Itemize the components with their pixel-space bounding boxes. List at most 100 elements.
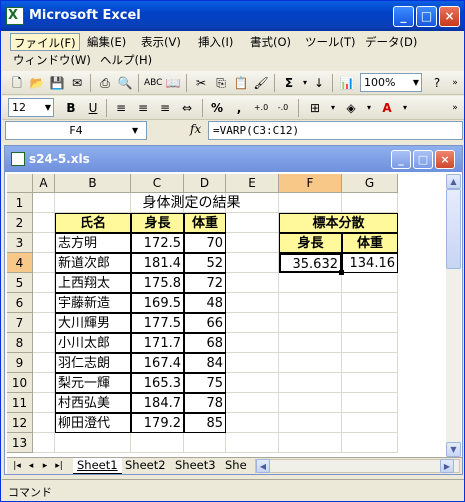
weight-cell[interactable]: 70 xyxy=(184,233,226,253)
summary-weight-value[interactable]: 134.16 xyxy=(342,253,398,273)
grid-cell[interactable] xyxy=(33,293,55,313)
grid-cell[interactable] xyxy=(226,313,279,333)
spreadsheet-grid[interactable]: A B C D E F G 1 2 3 4 5 6 7 8 9 10 11 12 13 身体測定の結果 氏名 身長 体重 志方明… xyxy=(7,174,445,457)
height-cell[interactable]: 169.5 xyxy=(131,293,184,313)
sort-ascending-icon[interactable]: ↓ xyxy=(310,74,328,92)
first-sheet-icon[interactable]: |◂ xyxy=(11,459,23,473)
grid-cell[interactable] xyxy=(33,193,55,213)
name-cell[interactable]: 村西弘美 xyxy=(55,393,131,413)
grid-cell[interactable] xyxy=(226,213,279,233)
close-icon[interactable]: × xyxy=(435,150,455,169)
fx-icon[interactable]: fx xyxy=(190,122,201,136)
toolbar-options-icon[interactable]: » xyxy=(446,74,464,92)
grid-cell[interactable] xyxy=(33,373,55,393)
grid-cell[interactable] xyxy=(342,313,398,333)
fill-color-dropdown-icon[interactable]: ▾ xyxy=(360,99,378,117)
height-cell[interactable]: 171.7 xyxy=(131,333,184,353)
copy-icon[interactable]: ⎘ xyxy=(212,74,230,92)
name-cell[interactable]: 宇藤新造 xyxy=(55,293,131,313)
name-cell[interactable]: 梨元一輝 xyxy=(55,373,131,393)
grid-cell[interactable] xyxy=(33,413,55,433)
grid-cell[interactable] xyxy=(33,313,55,333)
summary-weight-label[interactable]: 体重 xyxy=(342,233,398,253)
grid-cell[interactable] xyxy=(226,233,279,253)
name-box[interactable]: F4 ▼ xyxy=(5,121,147,140)
table-header-weight[interactable]: 体重 xyxy=(184,213,226,233)
column-header-a[interactable]: A xyxy=(33,174,55,193)
bold-button[interactable]: B xyxy=(62,99,80,117)
align-center-icon[interactable]: ≡ xyxy=(134,99,152,117)
last-sheet-icon[interactable]: ▸| xyxy=(53,459,65,473)
restore-icon[interactable]: □ xyxy=(413,150,433,169)
height-cell[interactable]: 167.4 xyxy=(131,353,184,373)
grid-cell[interactable] xyxy=(226,373,279,393)
name-cell[interactable]: 大川輝男 xyxy=(55,313,131,333)
weight-cell[interactable]: 52 xyxy=(184,253,226,273)
grid-cell[interactable] xyxy=(33,213,55,233)
zoom-select[interactable]: 100% ▼ xyxy=(360,73,422,92)
grid-cell[interactable] xyxy=(226,273,279,293)
maximize-icon[interactable]: □ xyxy=(416,6,437,27)
chart-wizard-icon[interactable]: 📊 xyxy=(338,74,356,92)
name-cell[interactable]: 上西翔太 xyxy=(55,273,131,293)
row-header-5[interactable]: 5 xyxy=(7,273,33,293)
scroll-thumb[interactable] xyxy=(446,189,461,269)
menu-window[interactable]: ウィンドウ(W) xyxy=(10,51,94,69)
menu-view[interactable]: 表示(V) xyxy=(138,33,184,51)
grid-cell[interactable] xyxy=(226,293,279,313)
borders-dropdown-icon[interactable]: ▾ xyxy=(324,99,342,117)
paste-icon[interactable]: 📋 xyxy=(232,74,250,92)
grid-cell[interactable] xyxy=(184,433,226,453)
row-header-11[interactable]: 11 xyxy=(7,393,33,413)
menu-tools[interactable]: ツール(T) xyxy=(302,33,359,51)
column-header-f[interactable]: F xyxy=(279,174,342,193)
underline-button[interactable]: U xyxy=(84,99,102,117)
percent-button[interactable]: % xyxy=(208,99,226,117)
increase-decimal-icon[interactable]: +.0 xyxy=(252,99,270,117)
print-preview-icon[interactable]: 🔍 xyxy=(116,74,134,92)
column-header-e[interactable]: E xyxy=(226,174,279,193)
height-cell[interactable]: 177.5 xyxy=(131,313,184,333)
grid-cell[interactable] xyxy=(342,353,398,373)
weight-cell[interactable]: 75 xyxy=(184,373,226,393)
help-icon[interactable]: ? xyxy=(428,74,446,92)
row-header-4[interactable]: 4 xyxy=(7,253,33,273)
save-icon[interactable]: 💾 xyxy=(48,74,66,92)
column-header-g[interactable]: G xyxy=(342,174,398,193)
grid-cell[interactable] xyxy=(55,433,131,453)
scroll-down-icon[interactable]: ▼ xyxy=(446,442,461,457)
spelling-icon[interactable]: ABC xyxy=(144,74,162,92)
row-header-10[interactable]: 10 xyxy=(7,373,33,393)
summary-title[interactable]: 標本分散 xyxy=(279,213,398,233)
grid-cell[interactable] xyxy=(279,293,342,313)
grid-cell[interactable] xyxy=(33,353,55,373)
name-cell[interactable]: 小川太郎 xyxy=(55,333,131,353)
fill-handle[interactable] xyxy=(339,270,344,275)
grid-cell[interactable] xyxy=(33,273,55,293)
grid-cell[interactable] xyxy=(279,353,342,373)
formula-input[interactable]: =VARP(C3:C12) xyxy=(208,121,463,140)
grid-cell[interactable] xyxy=(131,433,184,453)
weight-cell[interactable]: 72 xyxy=(184,273,226,293)
weight-cell[interactable]: 78 xyxy=(184,393,226,413)
font-color-dropdown-icon[interactable]: ▾ xyxy=(396,99,414,117)
name-cell[interactable]: 志方明 xyxy=(55,233,131,253)
grid-cell[interactable] xyxy=(279,433,342,453)
grid-cell[interactable] xyxy=(33,253,55,273)
row-header-7[interactable]: 7 xyxy=(7,313,33,333)
grid-cell[interactable] xyxy=(342,413,398,433)
grid-cell[interactable] xyxy=(33,393,55,413)
open-icon[interactable]: 📂 xyxy=(28,74,46,92)
table-header-name[interactable]: 氏名 xyxy=(55,213,131,233)
column-header-d[interactable]: D xyxy=(184,174,226,193)
tab-sheet4[interactable]: She xyxy=(221,458,251,474)
menu-edit[interactable]: 編集(E) xyxy=(84,33,129,51)
grid-cell[interactable] xyxy=(279,393,342,413)
scroll-left-icon[interactable]: ◀ xyxy=(256,459,270,473)
weight-cell[interactable]: 68 xyxy=(184,333,226,353)
grid-cell[interactable] xyxy=(342,273,398,293)
grid-cell[interactable] xyxy=(226,413,279,433)
grid-cell[interactable] xyxy=(226,393,279,413)
grid-cell[interactable] xyxy=(33,433,55,453)
grid-cell[interactable] xyxy=(33,233,55,253)
